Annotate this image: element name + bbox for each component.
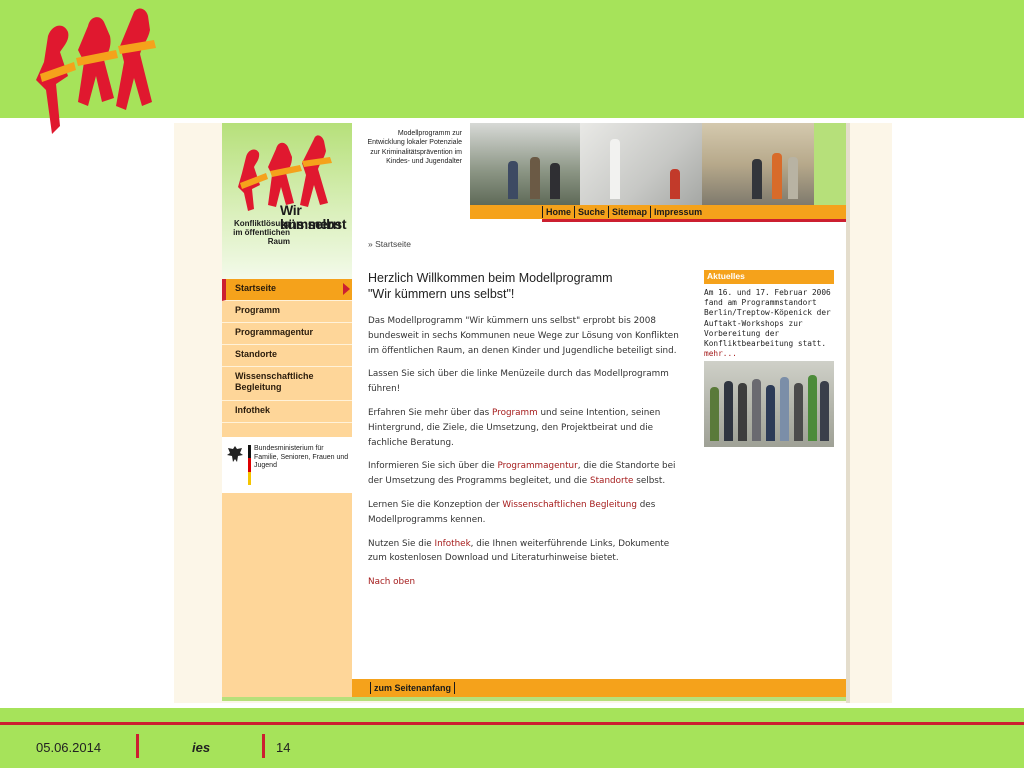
page-heading: Herzlich Willkommen beim Modellprogramm … [368, 271, 690, 302]
nav-search-link[interactable]: Suche [574, 206, 608, 218]
figures-logo-icon [238, 135, 332, 211]
website: Wir kümmern uns selbst Konfliktlösung im… [222, 123, 846, 701]
agentur-paragraph: Informieren Sie sich über die Programmag… [368, 459, 690, 489]
nav-impressum-link[interactable]: Impressum [650, 206, 705, 218]
sidebar-item-label: Infothek [235, 405, 270, 415]
sidebar-item-infothek[interactable]: Infothek [222, 401, 352, 423]
news-box: Aktuelles Am 16. und 17. Februar 2006 fa… [704, 270, 834, 448]
slide-page-number: 14 [276, 740, 291, 755]
sidebar-item-label: Standorte [235, 349, 278, 359]
guide-paragraph: Lassen Sie sich über die linke Menüzeile… [368, 369, 669, 395]
wissenschaftliche-begleitung-link[interactable]: Wissenschaftlichen Begleitung [502, 500, 636, 510]
paragraph-text: Informieren Sie sich über die [368, 461, 498, 472]
programm-paragraph: Erfahren Sie mehr über das Programm und … [368, 406, 690, 450]
german-flag-icon [248, 445, 251, 485]
page-heading-line: Herzlich Willkommen beim Modellprogramm [368, 271, 613, 285]
site-branding: Wir kümmern uns selbst Konfliktlösung im… [222, 123, 352, 279]
site-subtitle: Konfliktlösung im öffentlichen Raum [233, 219, 290, 246]
sidebar-item-label: Programm [235, 305, 281, 315]
ministry-name: Bundesministerium für Familie, Senioren,… [254, 445, 349, 470]
footer-divider [262, 734, 265, 758]
news-text: Am 16. und 17. Februar 2006 fand am Prog… [704, 288, 834, 359]
site-footer-accent [222, 697, 846, 701]
header-accent [814, 123, 846, 205]
nav-sitemap-link[interactable]: Sitemap [608, 206, 650, 218]
paragraph-text: Erfahren Sie mehr über das [368, 407, 492, 418]
frame-shadow [846, 123, 850, 703]
news-more-link[interactable]: mehr... [704, 349, 737, 358]
footer-divider [136, 734, 139, 758]
figures-logo-icon [36, 8, 156, 135]
slide-footer-band [0, 708, 1024, 768]
sidebar-item-standorte[interactable]: Standorte [222, 345, 352, 367]
website-screenshot: Wir kümmern uns selbst Konfliktlösung im… [174, 123, 892, 703]
programmagentur-link[interactable]: Programmagentur [497, 461, 577, 471]
paragraph-text: Lernen Sie die Konzeption der [368, 499, 503, 510]
sidebar-item-programm[interactable]: Programm [222, 301, 352, 323]
arrow-right-icon [343, 283, 350, 295]
begleitung-paragraph: Lernen Sie die Konzeption der Wissenscha… [368, 498, 690, 528]
header-photo [470, 123, 814, 205]
back-to-top-footer-link[interactable]: zum Seitenanfang [370, 682, 456, 694]
infothek-paragraph: Nutzen Sie die Infothek, die Ihnen weite… [368, 537, 690, 567]
news-body: Am 16. und 17. Februar 2006 fand am Prog… [704, 288, 831, 349]
sidebar-item-startseite[interactable]: Startseite [222, 279, 352, 301]
main-content: Herzlich Willkommen beim Modellprogramm … [368, 271, 690, 599]
intro-paragraph: Das Modellprogramm "Wir kümmern uns selb… [368, 316, 679, 356]
top-nav-underline [542, 219, 846, 222]
breadcrumb: » Startseite [368, 239, 411, 249]
slide-footer-date: 05.06.2014 [36, 740, 102, 755]
news-title: Aktuelles [704, 270, 834, 284]
sidebar-item-label: Wissenschaftliche Begleitung [235, 371, 314, 392]
site-footer-bar: zum Seitenanfang [352, 679, 846, 697]
back-to-top-link[interactable]: Nach oben [368, 577, 415, 587]
programm-link[interactable]: Programm [492, 408, 538, 418]
paragraph-text: selbst. [633, 476, 666, 487]
news-photo [704, 361, 834, 448]
eagle-icon [227, 446, 243, 462]
standorte-link[interactable]: Standorte [590, 476, 633, 486]
top-nav: Home Suche Sitemap Impressum [542, 205, 705, 219]
infothek-link[interactable]: Infothek [434, 539, 470, 549]
page-heading-line: "Wir kümmern uns selbst"! [368, 286, 515, 301]
paragraph-text: Nutzen Sie die [368, 538, 435, 549]
ministry-logo[interactable]: Bundesministerium für Familie, Senioren,… [222, 437, 352, 493]
site-tagline: Modellprogramm zur Entwicklung lokaler P… [367, 130, 462, 166]
sidebar-item-programmagentur[interactable]: Programmagentur [222, 323, 352, 345]
sidebar-item-label: Startseite [235, 283, 277, 293]
sidebar-item-label: Programmagentur [235, 327, 314, 337]
slide-footer-org: ies [192, 740, 211, 755]
sidebar-item-wissenschaftliche-begleitung[interactable]: Wissenschaftliche Begleitung [222, 367, 352, 401]
nav-home-link[interactable]: Home [542, 206, 574, 218]
left-nav: Startseite Programm Programmagentur Stan… [222, 279, 352, 701]
